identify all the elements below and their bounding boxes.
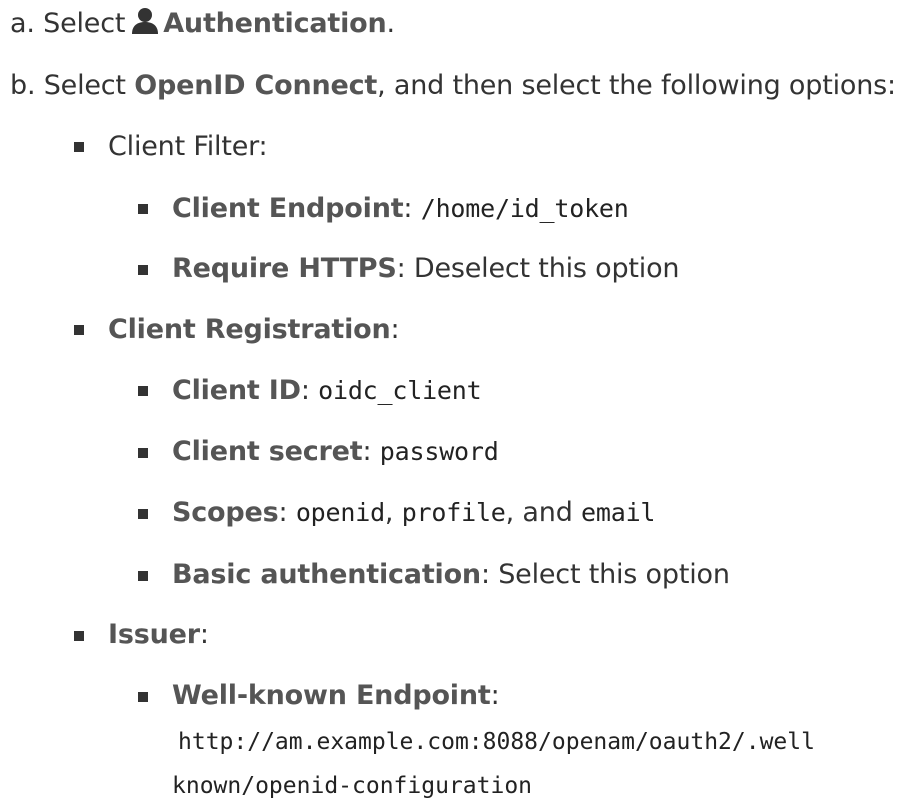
list-bullet — [138, 265, 148, 275]
issuer-sep: : — [199, 619, 209, 650]
basic-auth-text: : Select this option — [480, 559, 730, 590]
client-registration-label: Client Registration — [108, 314, 391, 345]
basic-auth-name: Basic authentication — [172, 559, 481, 590]
scopes-item: Scopes: openid, profile, and email — [172, 495, 655, 531]
scopes-and: , and — [505, 497, 573, 528]
list-bullet — [138, 204, 148, 214]
step-b-marker: b. — [10, 70, 36, 101]
client-secret-value: password — [379, 437, 499, 466]
step-b-suffix: , and then select the following options: — [377, 70, 896, 101]
client-endpoint-sep: : — [403, 193, 413, 224]
require-https-name: Require HTTPS — [172, 253, 397, 284]
issuer-item: Issuer: — [108, 617, 209, 653]
step-a-marker: a. — [10, 8, 35, 39]
list-bullet — [138, 692, 148, 702]
client-endpoint-name: Client Endpoint — [172, 193, 404, 224]
step-a-target: Authentication — [163, 8, 387, 39]
issuer-label: Issuer — [108, 619, 200, 650]
well-known-name: Well-known Endpoint — [172, 680, 491, 711]
list-bullet — [138, 448, 148, 458]
require-https-item: Require HTTPS: Deselect this option — [172, 251, 680, 287]
scopes-name: Scopes — [172, 497, 279, 528]
client-registration-sep: : — [390, 314, 400, 345]
client-id-name: Client ID — [172, 375, 301, 406]
step-a-prefix: Select — [43, 8, 126, 39]
list-bullet — [138, 386, 148, 396]
client-registration-item: Client Registration: — [108, 312, 400, 348]
well-known-item: Well-known Endpoint: — [172, 678, 500, 714]
client-filter-item: Client Filter: — [108, 129, 268, 165]
user-icon — [131, 7, 159, 35]
client-filter-label: Client Filter: — [108, 131, 268, 162]
list-bullet — [138, 509, 148, 519]
step-b-target: OpenID Connect — [134, 70, 378, 101]
scopes-comma: , — [384, 497, 394, 528]
list-bullet — [74, 631, 84, 641]
list-bullet — [138, 571, 148, 581]
well-known-sep: : — [490, 680, 500, 711]
step-b: b. Select OpenID Connect, and then selec… — [10, 68, 896, 104]
scope-openid: openid — [295, 498, 385, 527]
step-b-prefix: Select — [43, 70, 126, 101]
client-id-value: oidc_client — [318, 376, 482, 405]
scope-email: email — [581, 498, 656, 527]
step-a-suffix: . — [386, 8, 396, 39]
client-id-item: Client ID: oidc_client — [172, 373, 482, 409]
require-https-text: : Deselect this option — [396, 253, 680, 284]
scopes-sep: : — [278, 497, 288, 528]
step-a: a. Select Authentication. — [10, 6, 395, 42]
basic-auth-item: Basic authentication: Select this option — [172, 557, 730, 593]
well-known-url-line1: http://am.example.com:8088/openam/oauth2… — [178, 729, 815, 755]
list-bullet — [74, 325, 84, 335]
client-secret-sep: : — [362, 436, 372, 467]
client-secret-item: Client secret: password — [172, 434, 499, 470]
client-id-sep: : — [300, 375, 310, 406]
document-page: a. Select Authentication. b. Select OpenI… — [0, 0, 915, 804]
well-known-url-line2: known/openid-configuration — [172, 773, 533, 799]
client-endpoint-item: Client Endpoint: /home/id_token — [172, 191, 629, 227]
client-endpoint-value: /home/id_token — [420, 194, 629, 223]
client-secret-name: Client secret — [172, 436, 363, 467]
scope-profile: profile — [401, 498, 506, 527]
list-bullet — [74, 142, 84, 152]
